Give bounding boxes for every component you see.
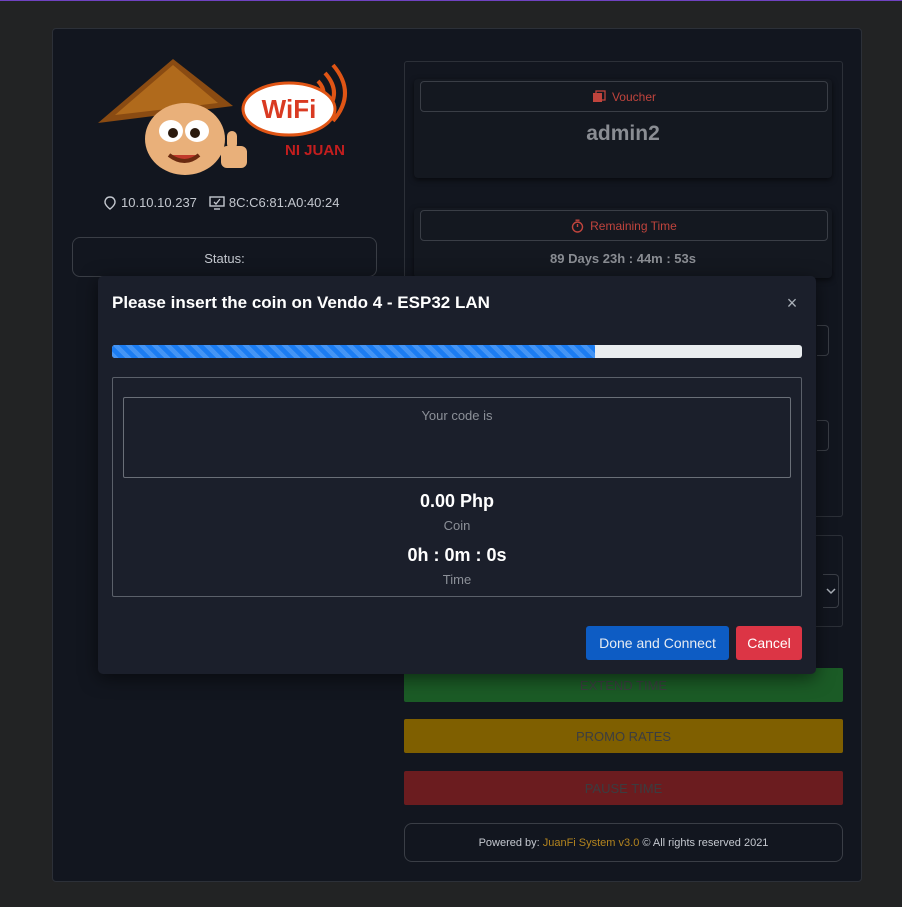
voucher-header: Voucher xyxy=(420,81,828,112)
footer-brand-link[interactable]: JuanFi System v3.0 xyxy=(543,837,640,849)
footer: Powered by: JuanFi System v3.0 © All rig… xyxy=(404,823,843,862)
coin-label: Coin xyxy=(443,518,471,533)
footer-prefix: Powered by: xyxy=(478,836,540,849)
timer-icon xyxy=(571,219,584,233)
close-icon[interactable]: × xyxy=(784,294,800,312)
voucher-card: Voucher admin2 xyxy=(414,79,832,178)
time-label: Time xyxy=(442,572,472,587)
insert-coin-modal: Please insert the coin on Vendo 4 - ESP3… xyxy=(98,276,816,674)
promo-rates-button[interactable]: PROMO RATES xyxy=(404,719,843,753)
hidden-card-edge xyxy=(817,420,829,451)
cancel-button[interactable]: Cancel xyxy=(736,626,802,660)
top-accent-line xyxy=(0,0,902,1)
chevron-down-icon xyxy=(825,588,836,595)
voucher-label: Voucher xyxy=(611,89,657,104)
coin-progress-bar xyxy=(112,345,802,358)
ip-text: 10.10.10.237 xyxy=(121,195,197,210)
ip-address: 10.10.10.237 xyxy=(103,195,197,210)
time-value: 0h : 0m : 0s xyxy=(407,545,507,565)
footer-suffix: © All rights reserved 2021 xyxy=(642,836,769,849)
modal-title: Please insert the coin on Vendo 4 - ESP3… xyxy=(112,293,490,312)
remaining-label: Remaining Time xyxy=(590,218,677,233)
voucher-icon xyxy=(592,90,606,102)
mac-address: 8C:C6:81:A0:40:24 xyxy=(209,195,340,210)
coin-amount: 0.00 Php xyxy=(419,491,495,511)
location-icon xyxy=(104,195,116,210)
device-info: 10.10.10.237 8C:C6:81:A0:40:24 xyxy=(103,195,353,210)
done-and-connect-button[interactable]: Done and Connect xyxy=(586,626,729,660)
code-panel: Your code is 0.00 Php Coin 0h : 0m : 0s … xyxy=(112,377,802,597)
remaining-card: Remaining Time 89 Days 23h : 44m : 53s xyxy=(414,208,832,278)
code-box: Your code is xyxy=(123,397,791,478)
mac-text: 8C:C6:81:A0:40:24 xyxy=(228,195,340,210)
voucher-code: admin2 xyxy=(586,122,660,145)
status-label: Status: xyxy=(204,251,245,266)
code-label: Your code is xyxy=(421,408,493,423)
remaining-time: 89 Days 23h : 44m : 53s xyxy=(550,251,696,266)
hidden-card-edge xyxy=(817,325,829,356)
coin-progress-fill xyxy=(112,345,595,358)
monitor-icon xyxy=(209,195,225,210)
pause-time-button[interactable]: PAUSE TIME xyxy=(404,771,843,805)
rates-select[interactable] xyxy=(823,574,839,608)
wifi-ni-juan-logo: WiFi NI JUAN xyxy=(98,59,347,175)
remaining-header: Remaining Time xyxy=(420,210,828,241)
logo-subtitle: NI JUAN xyxy=(285,142,345,159)
logo-wordmark: WiFi xyxy=(262,94,317,124)
status-box: Status: xyxy=(72,237,377,277)
